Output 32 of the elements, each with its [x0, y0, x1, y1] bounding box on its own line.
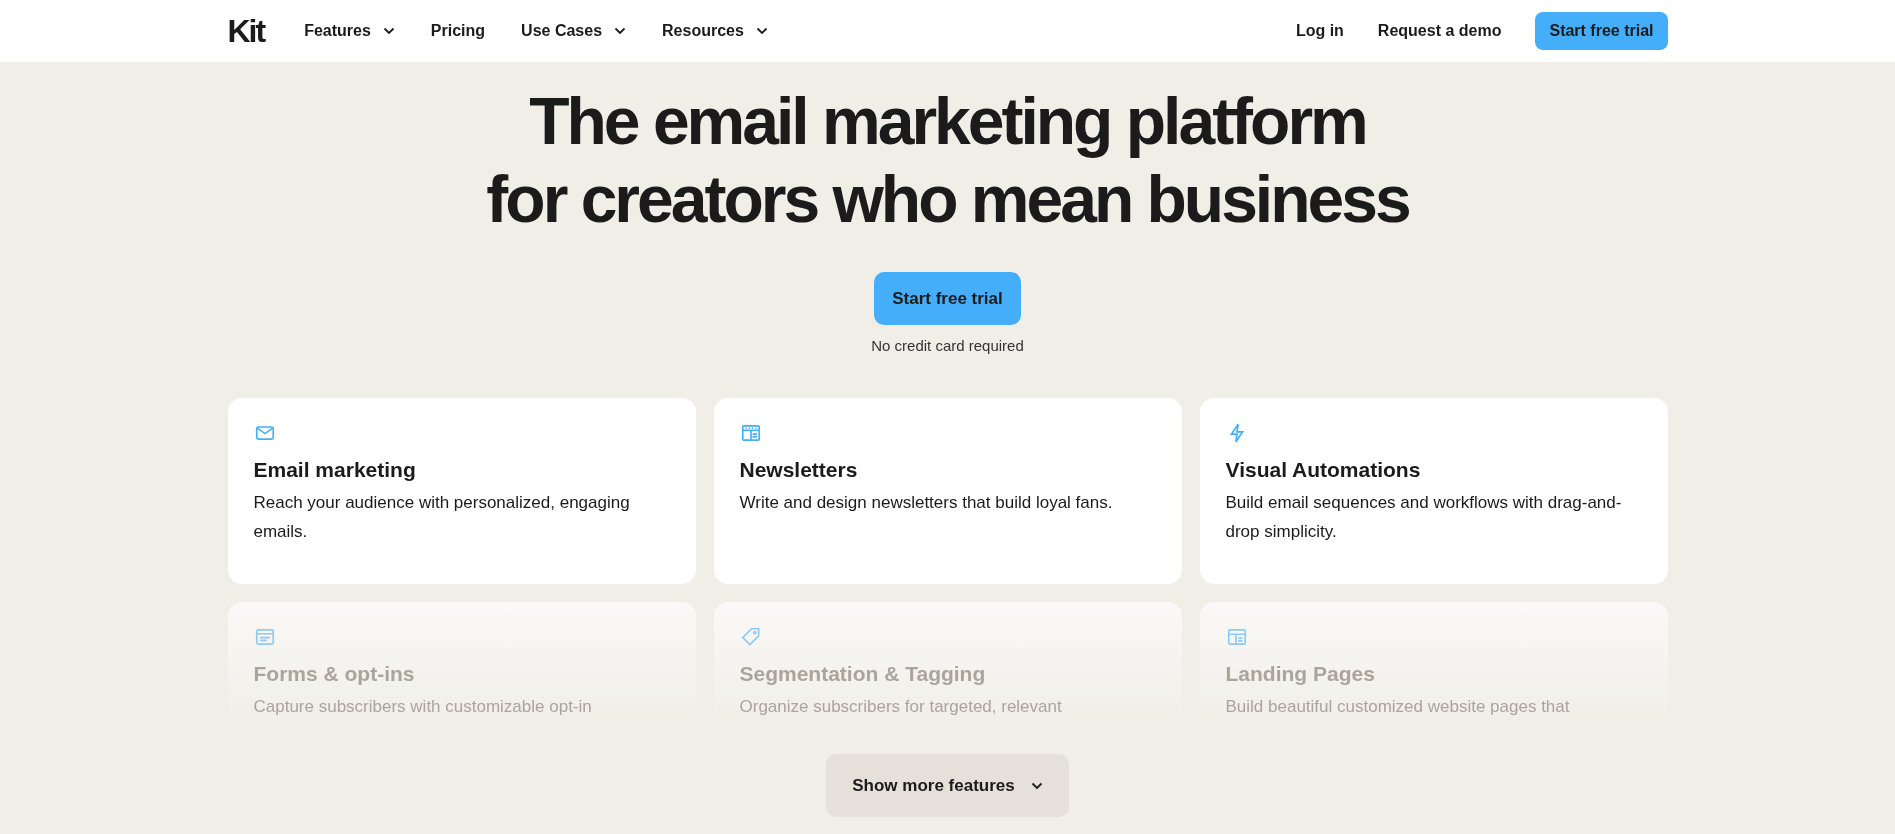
login-link[interactable]: Log in	[1295, 22, 1344, 40]
feature-description: Reach your audience with personalized, engaging emails.	[253, 492, 631, 543]
feature-description: Write and design newsletters that build loyal fans.	[739, 492, 1114, 514]
note-text: No credit card required	[871, 337, 1024, 354]
tag-icon	[739, 626, 762, 648]
chevron-down-icon	[755, 27, 768, 35]
start-trial-button[interactable]: Start free trial	[1535, 12, 1668, 50]
feature-title: Segmentation & Tagging	[739, 662, 987, 686]
feature-description: Build email sequences and workflows with drag-and-drop simplicity.	[1225, 492, 1623, 543]
show-more-button[interactable]: Show more features	[826, 754, 1069, 817]
feature-title: Visual Automations	[1225, 458, 1422, 482]
nav-link[interactable]: Pricing	[430, 22, 486, 40]
feature-title: Landing Pages	[1225, 662, 1376, 686]
demo-link[interactable]: Request a demo	[1377, 22, 1502, 40]
feature-description: Capture subscribers with customizable opt-in	[253, 696, 593, 718]
logo[interactable]: Kit	[227, 12, 265, 50]
layout-icon	[1225, 626, 1248, 648]
layout-icon	[739, 422, 762, 444]
feature-title: Newsletters	[739, 458, 859, 482]
nav-link[interactable]: Use Cases	[521, 22, 627, 40]
start-trial-button[interactable]: Start free trial	[874, 272, 1021, 325]
chevron-down-icon	[1030, 781, 1043, 790]
form-icon	[253, 626, 276, 648]
feature-title: Forms & opt-ins	[253, 662, 416, 686]
headline: The email marketing platform for creators who mean business	[486, 83, 1409, 238]
feature-description: Organize subscribers for targeted, relevant	[739, 696, 1063, 718]
chevron-down-icon	[382, 27, 395, 35]
nav-link[interactable]: Resources	[662, 22, 768, 40]
chevron-down-icon	[614, 27, 627, 35]
feature-description: Build beautiful customized website pages that	[1225, 696, 1571, 718]
nav-link[interactable]: Features	[304, 22, 395, 40]
feature-title: Email marketing	[253, 458, 417, 482]
